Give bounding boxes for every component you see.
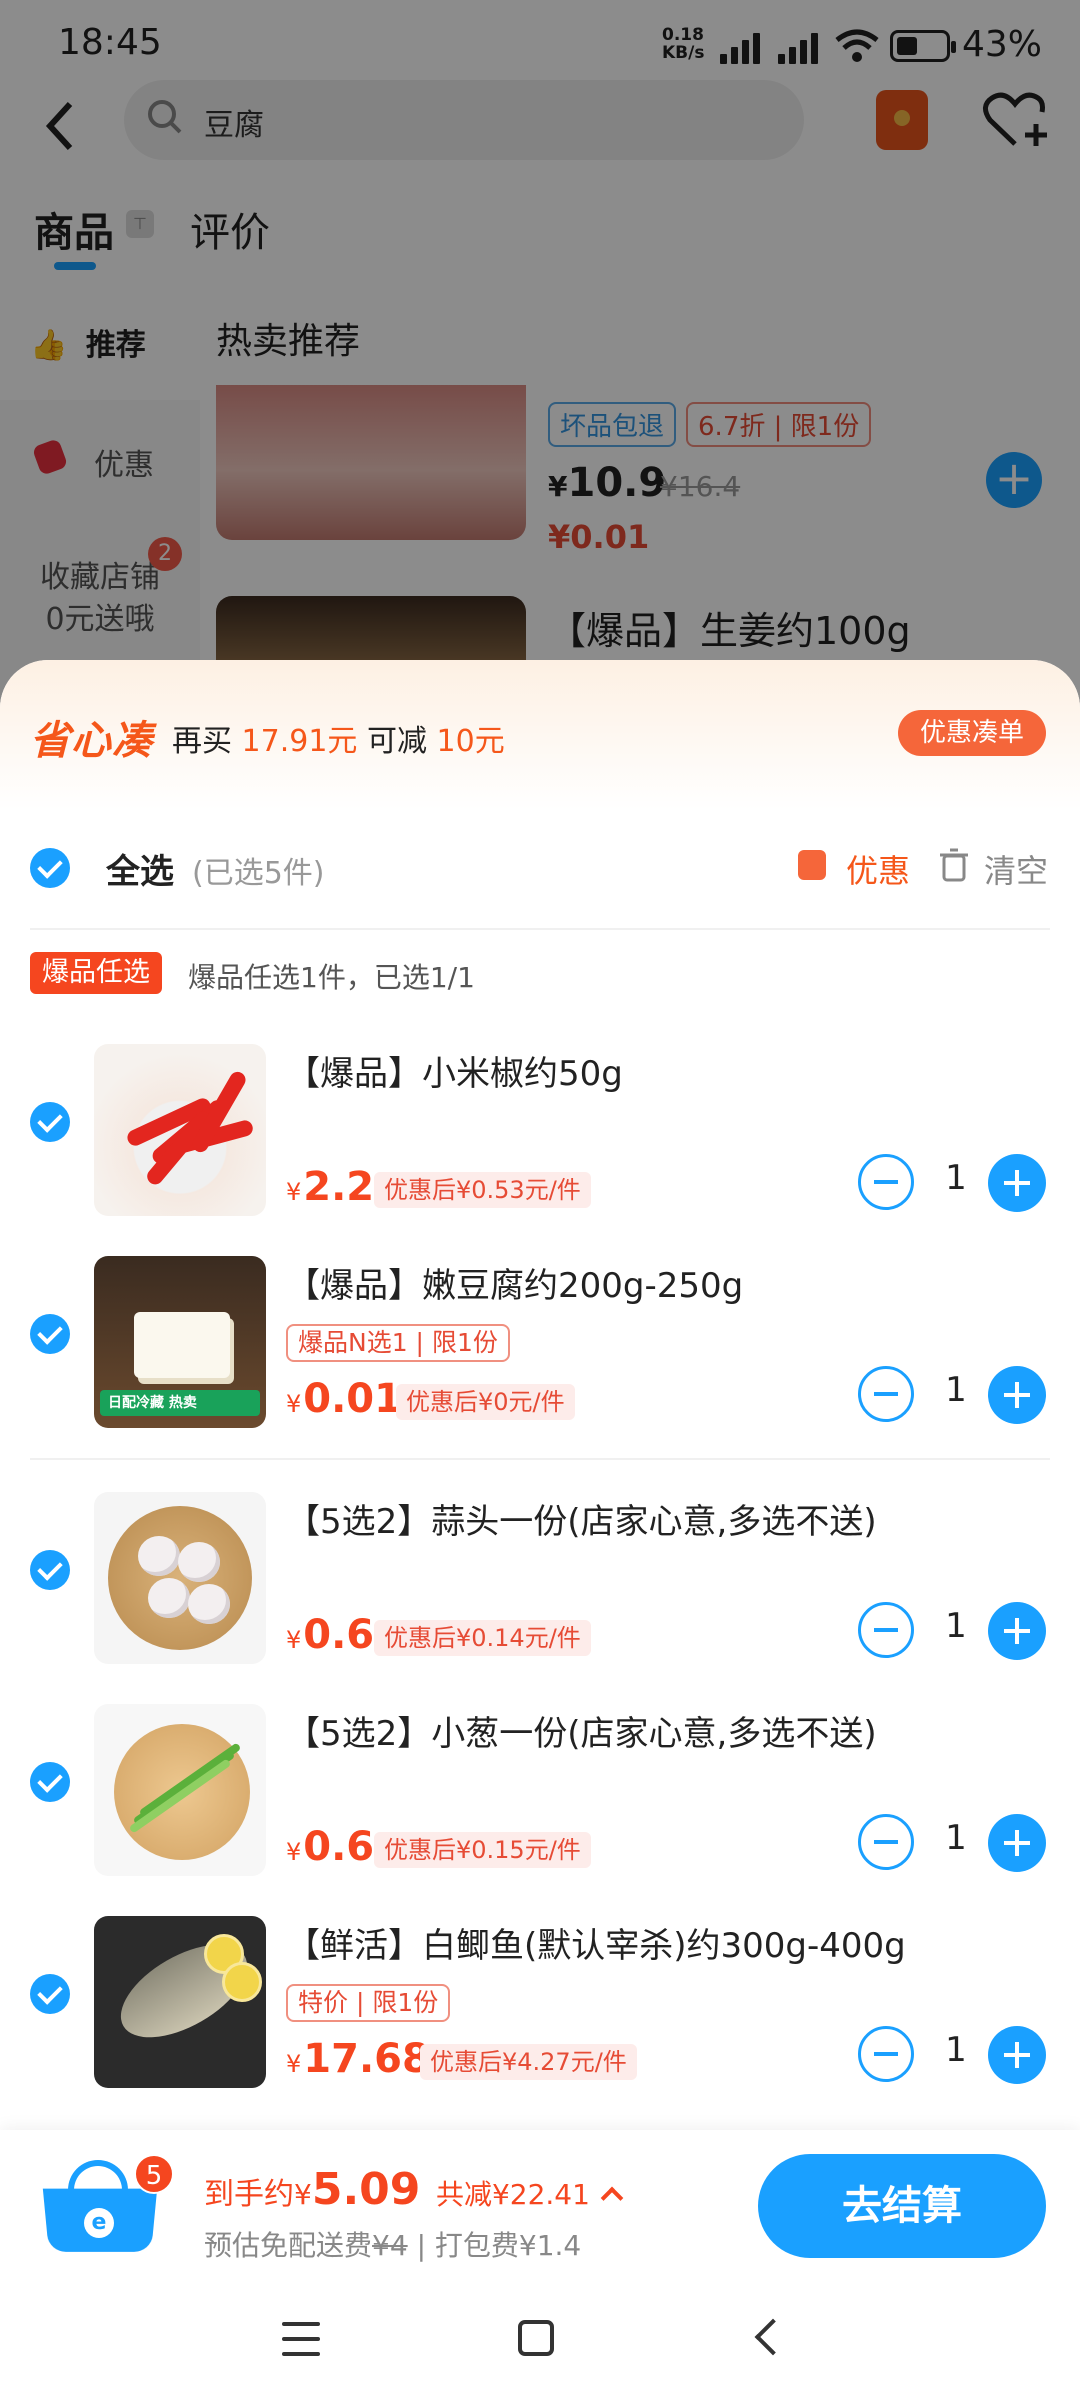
divider — [30, 1458, 1050, 1460]
item-name: 【5选2】小葱一份(店家心意,多选不送) — [286, 1714, 877, 1754]
item-price: ¥2.2 — [286, 1164, 375, 1210]
item-quantity: 1 — [945, 2030, 967, 2070]
item-price: ¥0.6 — [286, 1612, 375, 1658]
cart-item: 【5选2】蒜头一份(店家心意,多选不送) ¥0.6 优惠后¥0.14元/件 1 — [0, 1462, 1080, 1664]
thumb-banner: 日配冷藏 热卖 — [100, 1390, 260, 1416]
increase-button[interactable] — [988, 1814, 1046, 1872]
item-quantity: 1 — [945, 1158, 967, 1198]
item-image-scallion[interactable] — [94, 1704, 266, 1876]
item-tags: 爆品N选1 | 限1份 — [286, 1324, 510, 1362]
trash-icon[interactable] — [940, 848, 968, 882]
item-discount: 优惠后¥0.14元/件 — [374, 1620, 591, 1656]
item-discount: 优惠后¥0.53元/件 — [374, 1172, 591, 1208]
item-discount: 优惠后¥4.27元/件 — [420, 2044, 637, 2080]
item-tags: 特价 | 限1份 — [286, 1984, 451, 2022]
shipping-info: 预估免配送费¥4 | 打包费¥1.4 — [204, 2229, 582, 2262]
item-name: 【鲜活】白鲫鱼(默认宰杀)约300g-400g — [286, 1926, 906, 1966]
increase-button[interactable] — [988, 1602, 1046, 1660]
menu-icon[interactable] — [282, 2322, 320, 2356]
item-checkbox[interactable] — [30, 1314, 70, 1354]
select-all-label[interactable]: 全选 — [106, 844, 174, 893]
item-name: 【爆品】小米椒约50g — [286, 1054, 623, 1094]
item-price: ¥17.68 — [286, 2036, 430, 2082]
decrease-button[interactable] — [858, 2026, 914, 2082]
item-discount: 优惠后¥0.15元/件 — [374, 1832, 591, 1868]
back-nav-icon[interactable] — [754, 2318, 792, 2356]
cart-item: 【爆品】小米椒约50g ¥2.2 优惠后¥0.53元/件 1 — [0, 1014, 1080, 1216]
select-all-checkbox[interactable] — [30, 848, 70, 888]
checkout-bar: e 5 到手约¥5.09 共减¥22.41 预估免配送费¥4 | 打包费¥1.4… — [0, 2130, 1080, 2280]
shengxincou-logo: 省心凑 — [30, 718, 153, 764]
checkout-button[interactable]: 去结算 — [758, 2154, 1046, 2258]
item-quantity: 1 — [945, 1370, 967, 1410]
chevron-up-icon[interactable] — [600, 2186, 624, 2210]
divider — [30, 928, 1050, 930]
coupon-button[interactable]: 优惠 — [846, 846, 910, 892]
total-saving[interactable]: 共减¥22.41 — [436, 2178, 590, 2211]
decrease-button[interactable] — [858, 1602, 914, 1658]
increase-button[interactable] — [988, 2026, 1046, 2084]
item-quantity: 1 — [945, 1606, 967, 1646]
item-image-tofu[interactable]: 日配冷藏 热卖 — [94, 1256, 266, 1428]
increase-button[interactable] — [988, 1366, 1046, 1424]
clear-button[interactable]: 清空 — [984, 846, 1048, 892]
deal-button[interactable]: 优惠凑单 — [898, 710, 1046, 756]
item-image-garlic[interactable] — [94, 1492, 266, 1664]
item-quantity: 1 — [945, 1818, 967, 1858]
cart-item: 【5选2】小葱一份(店家心意,多选不送) ¥0.6 优惠后¥0.15元/件 1 — [0, 1674, 1080, 1876]
system-nav-bar — [0, 2280, 1080, 2400]
item-checkbox[interactable] — [30, 1762, 70, 1802]
item-checkbox[interactable] — [30, 1102, 70, 1142]
selected-count: (已选5件) — [192, 856, 325, 891]
item-price: ¥0.6 — [286, 1824, 375, 1870]
promo-text: 再买 17.91元 可减 10元 — [172, 724, 505, 759]
cart-count-badge: 5 — [134, 2154, 174, 2194]
cart-item: 日配冷藏 热卖 【爆品】嫩豆腐约200g-250g 爆品N选1 | 限1份 ¥0… — [0, 1226, 1080, 1428]
item-checkbox[interactable] — [30, 1550, 70, 1590]
total-price: 到手约¥5.09 共减¥22.41 — [204, 2164, 624, 2215]
item-discount: 优惠后¥0元/件 — [396, 1384, 575, 1420]
decrease-button[interactable] — [858, 1366, 914, 1422]
item-image-chili[interactable] — [94, 1044, 266, 1216]
item-price: ¥0.01 — [286, 1376, 402, 1422]
item-image-fish[interactable] — [94, 1916, 266, 2088]
group-desc: 爆品任选1件，已选1/1 — [188, 961, 475, 994]
cart-item: 【鲜活】白鲫鱼(默认宰杀)约300g-400g 特价 | 限1份 ¥17.68 … — [0, 1886, 1080, 2088]
item-name: 【5选2】蒜头一份(店家心意,多选不送) — [286, 1502, 877, 1542]
item-name: 【爆品】嫩豆腐约200g-250g — [286, 1266, 744, 1306]
item-checkbox[interactable] — [30, 1974, 70, 2014]
home-icon[interactable] — [518, 2320, 554, 2356]
decrease-button[interactable] — [858, 1154, 914, 1210]
decrease-button[interactable] — [858, 1814, 914, 1870]
group-tag: 爆品任选 — [30, 952, 162, 994]
increase-button[interactable] — [988, 1154, 1046, 1212]
coupon-icon[interactable] — [798, 850, 826, 880]
